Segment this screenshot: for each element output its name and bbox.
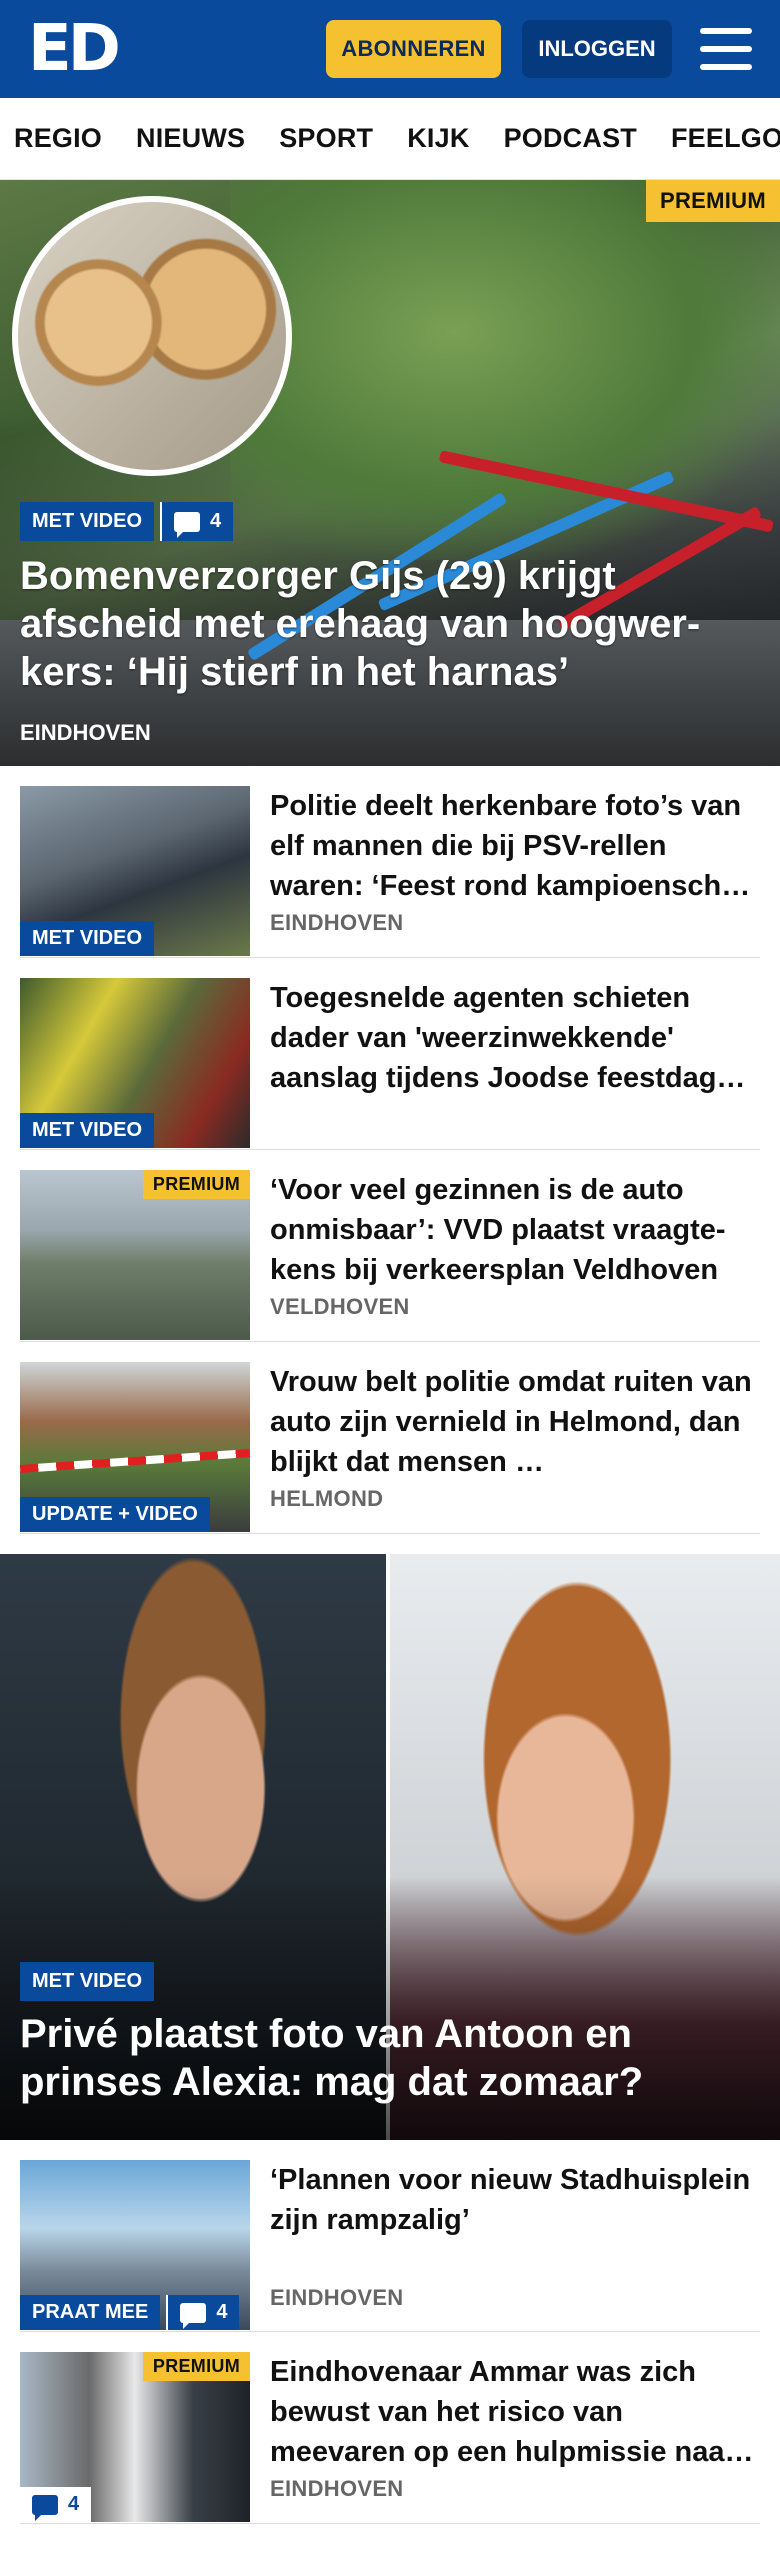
login-button[interactable]: INLOGGEN	[522, 20, 672, 78]
article-body: ‘Voor veel gezinnen is de auto onmisbaar…	[270, 1170, 760, 1321]
section-nav: REGIO NIEUWS SPORT KIJK PODCAST FEELGOOD	[0, 98, 780, 180]
nav-item-kijk[interactable]: KIJK	[407, 123, 469, 154]
article-body: Eindhovenaar Ammar was zich bewust van h…	[270, 2352, 760, 2503]
nav-item-feelgood[interactable]: FEELGOOD	[671, 123, 780, 154]
menu-line	[700, 28, 752, 34]
video-tag: MET VIDEO	[20, 1113, 155, 1148]
hero-photo-road	[0, 620, 780, 766]
article-title[interactable]: Toegesnelde agenten schieten dader van '…	[270, 978, 760, 1098]
nav-item-sport[interactable]: SPORT	[279, 123, 373, 154]
hamburger-menu-icon[interactable]	[700, 28, 752, 70]
feature-article[interactable]: MET VIDEO Privé plaatst foto van Antoon …	[0, 1554, 780, 2140]
article-body: ‘Plannen voor nieuw Stadhuis­plein zijn …	[270, 2160, 760, 2311]
article-body: Politie deelt herkenbare foto’s van elf …	[270, 786, 760, 937]
nav-item-nieuws[interactable]: NIEUWS	[136, 123, 245, 154]
article-title[interactable]: Vrouw belt politie omdat ruiten van auto…	[270, 1362, 760, 1482]
hero-article[interactable]: PREMIUM	[0, 180, 780, 766]
article-list-2: PRAAT MEE 4 ‘Plannen voor nieuw Stadhuis…	[0, 2140, 780, 2524]
list-item[interactable]: PREMIUM ‘Voor veel gezinnen is de auto o…	[20, 1150, 760, 1342]
article-body: Toegesnelde agenten schieten dader van '…	[270, 978, 760, 1129]
comment-count: 4	[68, 2493, 80, 2515]
list-item[interactable]: MET VIDEO Toegesnelde agenten schieten d…	[20, 958, 760, 1150]
nav-item-regio[interactable]: REGIO	[14, 123, 102, 154]
article-thumbnail: UPDATE + VIDEO	[20, 1362, 250, 1532]
video-tag: MET VIDEO	[20, 1962, 155, 2001]
article-body: Vrouw belt politie omdat ruiten van auto…	[270, 1362, 760, 1513]
police-tape-graphic	[20, 1448, 250, 1474]
hero-inset-photo	[12, 196, 292, 476]
update-video-tag: UPDATE + VIDEO	[20, 1497, 210, 1532]
list-item[interactable]: MET VIDEO Politie deelt herkenbare foto’…	[20, 766, 760, 958]
article-title[interactable]: ‘Voor veel gezinnen is de auto onmisbaar…	[270, 1170, 760, 1290]
comment-icon	[32, 2494, 58, 2521]
praat-mee-tag: PRAAT MEE	[20, 2295, 161, 2330]
comment-count: 4	[216, 2301, 228, 2323]
premium-badge: PREMIUM	[646, 180, 780, 222]
subscribe-button[interactable]: ABONNEREN	[326, 20, 501, 78]
article-region: EINDHOVEN	[270, 2476, 404, 2501]
article-thumbnail: PRAAT MEE 4	[20, 2160, 250, 2330]
article-region: EINDHOVEN	[270, 2285, 404, 2310]
ed-logo[interactable]: ED	[28, 17, 121, 81]
article-title[interactable]: Eindhovenaar Ammar was zich bewust van h…	[270, 2352, 760, 2472]
list-item[interactable]: PRAAT MEE 4 ‘Plannen voor nieuw Stadhuis…	[20, 2140, 760, 2332]
article-region: VELDHOVEN	[270, 1294, 410, 1319]
video-tag: MET VIDEO	[20, 921, 155, 956]
article-thumbnail: MET VIDEO	[20, 786, 250, 956]
menu-line	[700, 46, 752, 52]
article-thumbnail: PREMIUM	[20, 1170, 250, 1340]
tag-row: PRAAT MEE 4	[20, 2295, 240, 2330]
comment-count-tag[interactable]: 4	[166, 2295, 240, 2330]
article-title[interactable]: Politie deelt herkenbare foto’s van elf …	[270, 786, 760, 906]
comment-count-tag[interactable]: 4	[20, 2487, 92, 2522]
premium-badge: PREMIUM	[142, 1170, 250, 1199]
article-title[interactable]: ‘Plannen voor nieuw Stadhuis­plein zijn …	[270, 2160, 760, 2240]
nav-item-podcast[interactable]: PODCAST	[504, 123, 637, 154]
list-item[interactable]: UPDATE + VIDEO Vrouw belt politie omdat …	[20, 1342, 760, 1534]
premium-badge: PREMIUM	[142, 2352, 250, 2381]
article-thumbnail: MET VIDEO	[20, 978, 250, 1148]
article-region: HELMOND	[270, 1486, 384, 1511]
menu-line	[700, 64, 752, 70]
article-region: EINDHOVEN	[270, 910, 404, 935]
comment-icon	[180, 2302, 207, 2329]
feature-title[interactable]: Privé plaatst foto van Antoon en prinses…	[20, 2010, 760, 2106]
list-item[interactable]: PREMIUM 4 Eindhovenaar Ammar was zich be…	[20, 2332, 760, 2524]
article-thumbnail: PREMIUM 4	[20, 2352, 250, 2522]
article-list: MET VIDEO Politie deelt herkenbare foto’…	[0, 766, 780, 1534]
site-header: ED ABONNEREN INLOGGEN	[0, 0, 780, 98]
